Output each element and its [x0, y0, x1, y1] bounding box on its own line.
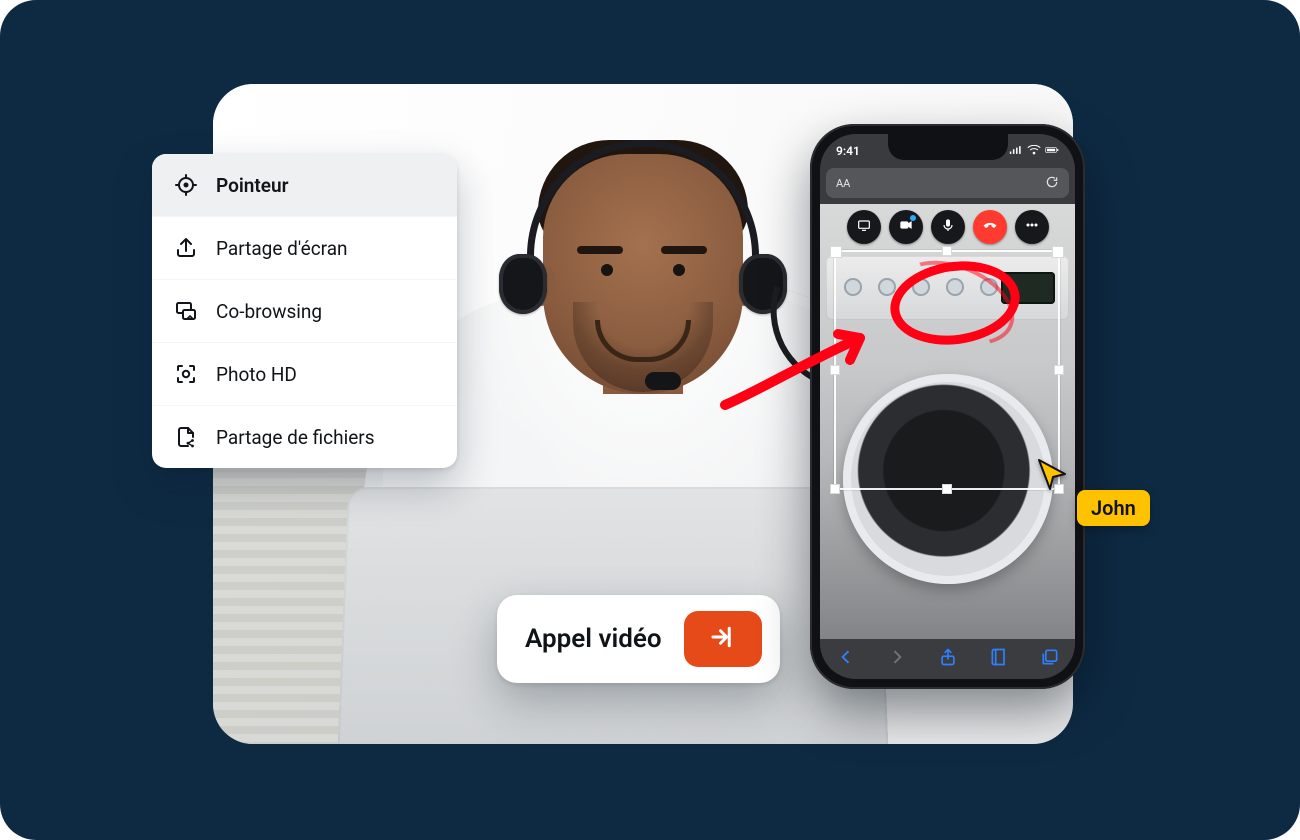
cobrowse-icon — [174, 299, 198, 323]
back-icon[interactable] — [836, 647, 856, 671]
menu-item-label: Photo HD — [216, 363, 297, 386]
camera-viewport — [820, 204, 1075, 639]
microphone-icon — [940, 217, 956, 237]
battery-icon — [1045, 144, 1059, 158]
enter-arrow-icon — [708, 622, 738, 656]
remote-cursor-icon — [1035, 456, 1071, 496]
bookmarks-icon[interactable] — [989, 647, 1009, 671]
phone-notch — [888, 134, 1008, 160]
menu-item-cobrowsing[interactable]: Co-browsing — [152, 279, 457, 342]
camera-focus-icon — [174, 362, 198, 386]
remote-cursor-label: John — [1077, 490, 1150, 526]
tabs-icon[interactable] — [1040, 647, 1060, 671]
toolbar-video-button[interactable] — [889, 210, 923, 244]
video-icon — [898, 217, 914, 237]
video-call-button[interactable] — [684, 611, 762, 667]
safari-toolbar — [820, 639, 1075, 679]
cta-label: Appel vidéo — [525, 624, 662, 654]
menu-item-label: Co-browsing — [216, 300, 322, 323]
menu-item-label: Partage d'écran — [216, 237, 348, 260]
menu-item-label: Pointeur — [216, 174, 288, 197]
menu-item-photo-hd[interactable]: Photo HD — [152, 342, 457, 405]
menu-item-fileshare[interactable]: Partage de fichiers — [152, 405, 457, 468]
status-time: 9:41 — [836, 144, 860, 158]
more-icon — [1024, 217, 1040, 237]
file-share-icon — [174, 425, 198, 449]
refresh-icon[interactable] — [1045, 175, 1059, 192]
text-size-control[interactable]: AA — [836, 177, 850, 190]
signal-icon — [1009, 144, 1023, 158]
forward-icon[interactable] — [887, 647, 907, 671]
toolbar-hangup-button[interactable] — [973, 210, 1007, 244]
menu-item-screenshare[interactable]: Partage d'écran — [152, 216, 457, 279]
browser-address-bar[interactable]: AA — [826, 168, 1069, 198]
screen-icon — [856, 217, 872, 237]
menu-item-pointer[interactable]: Pointeur — [152, 154, 457, 216]
tools-menu: Pointeur Partage d'écran Co-browsing Pho… — [152, 154, 457, 468]
toolbar-more-button[interactable] — [1015, 210, 1049, 244]
upload-icon — [174, 236, 198, 260]
phone-mockup: 9:41 AA — [810, 124, 1085, 689]
wifi-icon — [1027, 144, 1041, 158]
toolbar-screen-button[interactable] — [847, 210, 881, 244]
menu-item-label: Partage de fichiers — [216, 426, 375, 449]
page-background: Pointeur Partage d'écran Co-browsing Pho… — [0, 0, 1300, 840]
crosshair-icon — [174, 173, 198, 197]
hangup-icon — [982, 217, 998, 237]
share-icon[interactable] — [938, 647, 958, 671]
video-call-cta: Appel vidéo — [497, 595, 780, 683]
headset-earpad-icon — [499, 254, 547, 314]
toolbar-mic-button[interactable] — [931, 210, 965, 244]
call-toolbar — [847, 210, 1049, 244]
